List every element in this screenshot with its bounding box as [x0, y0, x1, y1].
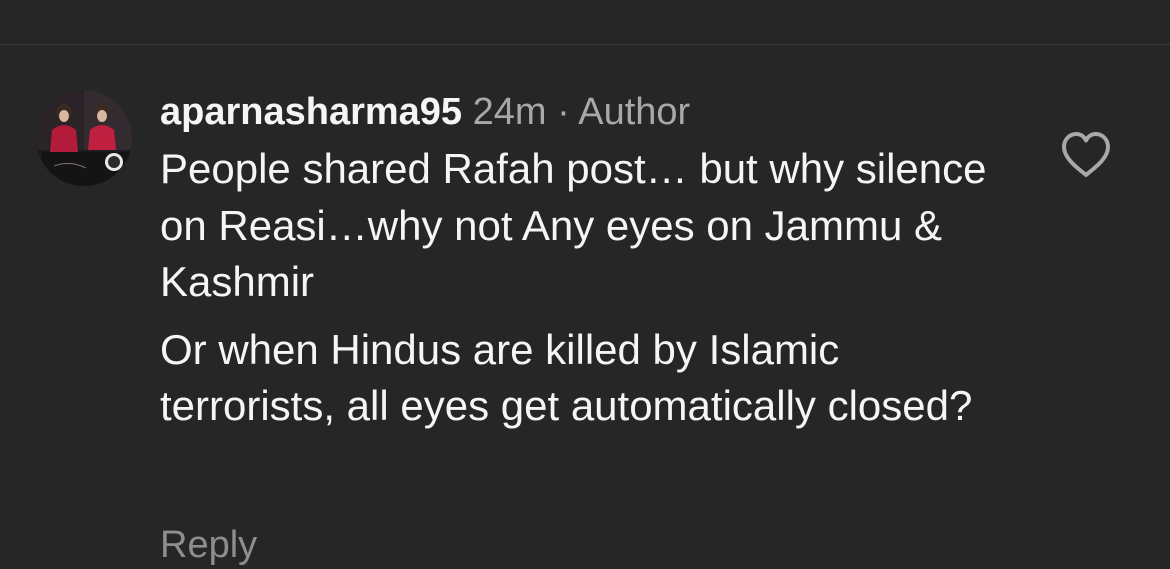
reply-button[interactable]: Reply	[160, 521, 257, 569]
comment-text-paragraph-2: Or when Hindus are killed by Islamic ter…	[160, 325, 973, 430]
comment: aparnasharma95 24m · Author People share…	[160, 88, 1020, 435]
avatar-photo	[36, 90, 132, 186]
heart-outline-icon	[1062, 132, 1110, 177]
avatar[interactable]	[36, 90, 132, 186]
meta-separator: ·	[557, 91, 570, 133]
comment-text-paragraph-1: People shared Rafah post… but why silenc…	[160, 145, 987, 305]
comment-timestamp: 24m	[472, 91, 547, 133]
author-badge: Author	[578, 91, 691, 133]
like-button[interactable]	[1058, 130, 1114, 180]
username-link[interactable]: aparnasharma95	[160, 91, 462, 133]
section-divider	[0, 44, 1170, 45]
comment-header: aparnasharma95 24m · Author	[160, 88, 1020, 136]
